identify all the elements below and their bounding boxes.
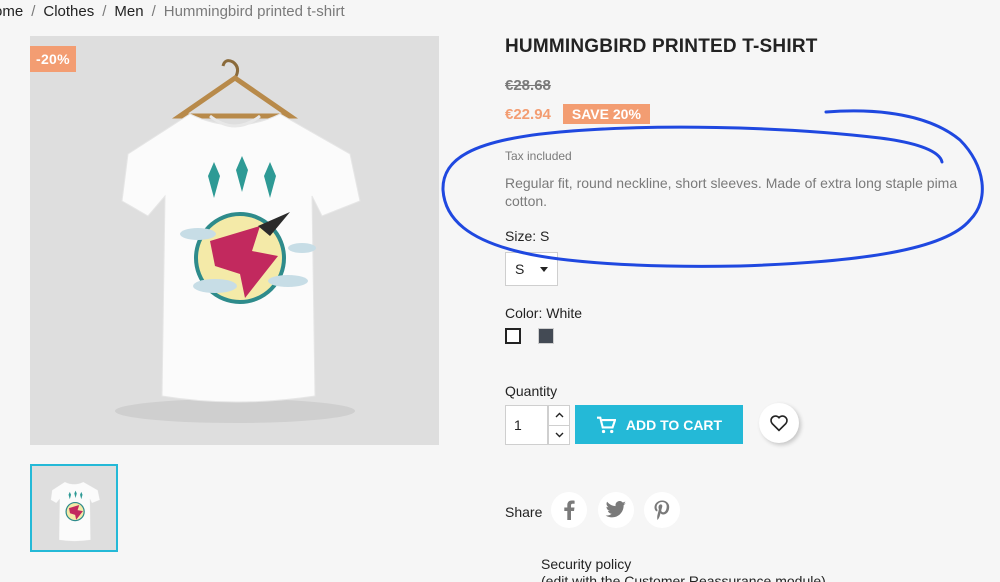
product-description: Regular fit, round neckline, short sleev… xyxy=(505,175,958,209)
twitter-share-button[interactable] xyxy=(598,492,634,528)
heart-icon xyxy=(770,415,788,432)
current-price: €22.94 xyxy=(505,105,551,123)
discount-flag: -20% xyxy=(30,46,76,72)
color-swatch-dark-grey[interactable] xyxy=(538,328,554,344)
twitter-icon xyxy=(605,501,626,518)
color-label: Color: White xyxy=(505,305,583,321)
facebook-icon xyxy=(564,500,575,520)
size-select-value: S xyxy=(515,261,525,277)
add-to-cart-button[interactable]: ADD TO CART xyxy=(575,405,743,444)
tax-label: Tax included xyxy=(505,149,572,163)
breadcrumb-separator: / xyxy=(102,3,107,20)
quantity-increase-button[interactable] xyxy=(549,406,569,426)
pinterest-share-button[interactable] xyxy=(644,492,680,528)
quantity-decrease-button[interactable] xyxy=(549,426,569,445)
facebook-share-button[interactable] xyxy=(551,492,587,528)
pinterest-icon xyxy=(654,500,670,520)
product-thumbnail[interactable] xyxy=(30,464,118,552)
breadcrumb-clothes[interactable]: Clothes xyxy=(43,3,94,20)
regular-price: €28.68 xyxy=(505,77,551,94)
breadcrumb-home[interactable]: ome xyxy=(0,3,23,20)
chevron-down-icon xyxy=(555,432,563,438)
discount-badge: SAVE 20% xyxy=(562,104,650,124)
breadcrumb: ome / Clothes / Men / Hummingbird printe… xyxy=(0,3,345,20)
product-main-image[interactable] xyxy=(30,36,439,445)
quantity-label: Quantity xyxy=(505,383,558,399)
quantity-stepper xyxy=(548,405,570,445)
product-title: HUMMINGBIRD PRINTED T-SHIRT xyxy=(505,36,818,57)
color-swatch-white[interactable] xyxy=(505,328,521,344)
reassurance-subtitle: (edit with the Customer Reassurance modu… xyxy=(541,573,826,582)
shopping-cart-icon xyxy=(596,416,616,433)
chevron-up-icon xyxy=(555,412,563,418)
breadcrumb-separator: / xyxy=(31,3,36,20)
caret-down-icon xyxy=(540,266,548,272)
price-row: €22.94 SAVE 20% xyxy=(505,104,650,124)
breadcrumb-men[interactable]: Men xyxy=(114,3,143,20)
add-to-cart-label: ADD TO CART xyxy=(625,416,723,433)
size-select[interactable]: S xyxy=(505,252,558,286)
breadcrumb-separator: / xyxy=(151,3,156,20)
quantity-input[interactable]: 1 xyxy=(505,405,548,445)
share-label: Share xyxy=(505,504,543,520)
size-label: Size: S xyxy=(505,228,550,244)
breadcrumb-current: Hummingbird printed t-shirt xyxy=(163,3,345,20)
wishlist-button[interactable] xyxy=(759,403,799,443)
reassurance-title: Security policy xyxy=(541,556,632,572)
